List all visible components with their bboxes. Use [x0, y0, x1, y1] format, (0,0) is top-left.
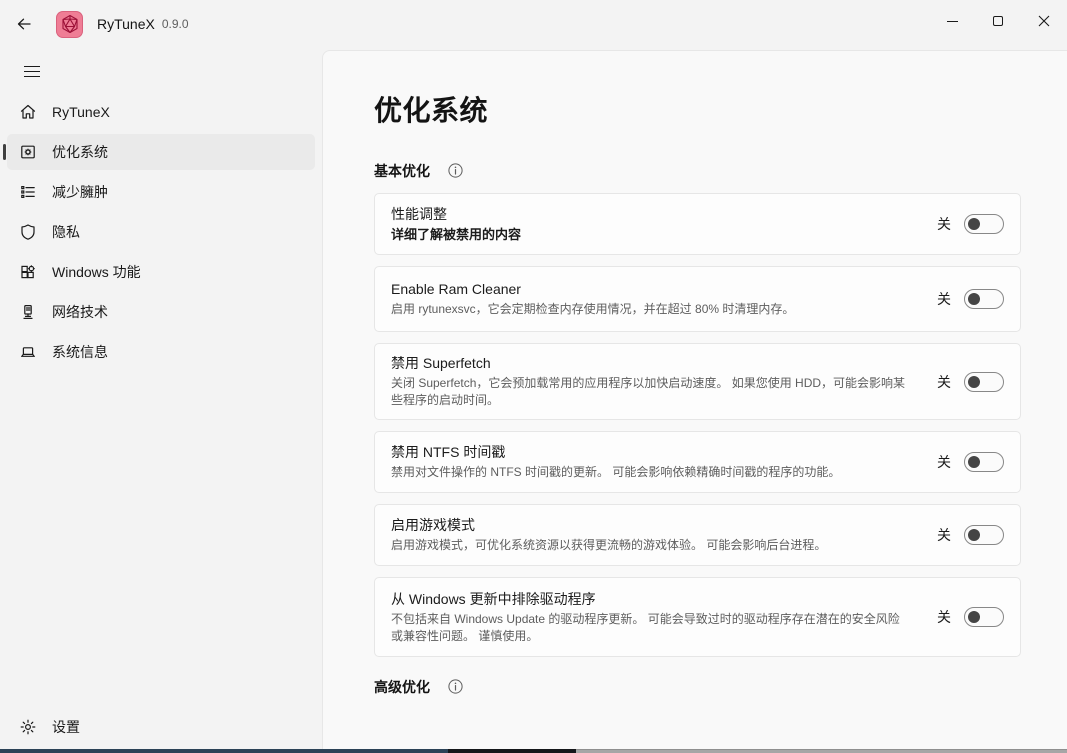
- titlebar: RyTuneX 0.9.0: [0, 0, 1067, 48]
- sidebar-item-settings[interactable]: 设置: [7, 709, 80, 745]
- back-button[interactable]: [8, 9, 40, 39]
- bottom-strip-gray: [576, 749, 1067, 753]
- window-controls: [929, 0, 1067, 48]
- sidebar-item-home[interactable]: RyTuneX: [7, 94, 315, 130]
- card-description: 关闭 Superfetch，它会预加载常用的应用程序以加快启动速度。 如果您使用…: [391, 375, 911, 409]
- sidebar-item-label: 优化系统: [52, 142, 108, 162]
- network-icon: [18, 303, 37, 322]
- toggle-state-label: 关: [937, 214, 951, 234]
- close-button[interactable]: [1021, 0, 1067, 42]
- info-button[interactable]: [448, 679, 464, 695]
- sidebar-item-label: 隐私: [52, 222, 80, 242]
- card-title: 禁用 Superfetch: [391, 354, 911, 373]
- bottom-strip-blue: [0, 749, 448, 753]
- toggle-state-label: 关: [937, 525, 951, 545]
- sidebar-item-label: 网络技术: [52, 302, 108, 322]
- card-ram-cleaner: Enable Ram Cleaner 启用 rytunexsvc，它会定期检查内…: [374, 266, 1021, 332]
- sidebar-item-label: Windows 功能: [52, 262, 141, 282]
- card-learn-more-link[interactable]: 详细了解被禁用的内容: [391, 226, 911, 243]
- minimize-icon: [947, 21, 958, 22]
- card-game-mode: 启用游戏模式 启用游戏模式，可优化系统资源以获得更流畅的游戏体验。 可能会影响后…: [374, 504, 1021, 566]
- sidebar-item-label: 系统信息: [52, 342, 108, 362]
- minimize-button[interactable]: [929, 0, 975, 42]
- section-title: 高级优化: [374, 677, 430, 697]
- sidebar-item-optimize-system[interactable]: 优化系统: [7, 134, 315, 170]
- card-exclude-drivers-windows-update: 从 Windows 更新中排除驱动程序 不包括来自 Windows Update…: [374, 577, 1021, 657]
- info-icon: [448, 163, 463, 179]
- app-version: 0.9.0: [162, 17, 189, 31]
- card-title: 启用游戏模式: [391, 516, 911, 535]
- card-title: 从 Windows 更新中排除驱动程序: [391, 590, 911, 609]
- sidebar-item-system-info[interactable]: 系统信息: [7, 334, 315, 370]
- card-description: 不包括来自 Windows Update 的驱动程序更新。 可能会导致过时的驱动…: [391, 611, 911, 645]
- toggle-disable-ntfs-timestamp[interactable]: [964, 452, 1004, 472]
- shield-icon: [18, 223, 37, 242]
- optimize-system-icon: [18, 143, 37, 162]
- sidebar-item-network[interactable]: 网络技术: [7, 294, 315, 330]
- toggle-state-label: 关: [937, 452, 951, 472]
- toggle-disable-superfetch[interactable]: [964, 372, 1004, 392]
- section-basic-optimization: 基本优化: [374, 161, 1021, 181]
- settings-card-list: 性能调整 详细了解被禁用的内容 关 Enable Ram Cleaner 启用 …: [374, 193, 1021, 657]
- section-title: 基本优化: [374, 161, 430, 181]
- windows-features-icon: [18, 263, 37, 282]
- info-icon: [448, 679, 463, 695]
- gear-icon: [18, 718, 37, 737]
- toggle-game-mode[interactable]: [964, 525, 1004, 545]
- card-title: Enable Ram Cleaner: [391, 280, 911, 299]
- sidebar-item-label: 减少臃肿: [52, 182, 108, 202]
- card-title: 性能调整: [391, 205, 911, 224]
- bottom-strip-dark: [448, 749, 576, 753]
- toggle-state-label: 关: [937, 607, 951, 627]
- close-icon: [1038, 15, 1050, 27]
- bottom-edge-strip: [0, 749, 1067, 753]
- card-description: 启用游戏模式，可优化系统资源以获得更流畅的游戏体验。 可能会影响后台进程。: [391, 537, 911, 554]
- toggle-performance-tweaks[interactable]: [964, 214, 1004, 234]
- app-logo-icon: [56, 11, 83, 38]
- sidebar-nav: RyTuneX 优化系统 减少臃肿: [0, 94, 322, 370]
- toggle-exclude-drivers[interactable]: [964, 607, 1004, 627]
- sidebar-item-debloat[interactable]: 减少臃肿: [7, 174, 315, 210]
- home-icon: [18, 103, 37, 122]
- app-title: RyTuneX: [97, 16, 155, 32]
- card-description: 禁用对文件操作的 NTFS 时间戳的更新。 可能会影响依赖精确时间戳的程序的功能…: [391, 464, 911, 481]
- sidebar-item-windows-features[interactable]: Windows 功能: [7, 254, 315, 290]
- toggle-ram-cleaner[interactable]: [964, 289, 1004, 309]
- maximize-icon: [993, 16, 1003, 26]
- sidebar: RyTuneX 优化系统 减少臃肿: [0, 48, 322, 749]
- sidebar-item-label: RyTuneX: [52, 104, 110, 120]
- toggle-state-label: 关: [937, 289, 951, 309]
- sidebar-footer: 设置: [0, 709, 322, 745]
- toggle-state-label: 关: [937, 372, 951, 392]
- card-disable-superfetch: 禁用 Superfetch 关闭 Superfetch，它会预加载常用的应用程序…: [374, 343, 1021, 420]
- card-title: 禁用 NTFS 时间戳: [391, 443, 911, 462]
- info-button[interactable]: [448, 163, 464, 179]
- card-description: 启用 rytunexsvc，它会定期检查内存使用情况，并在超过 80% 时清理内…: [391, 301, 911, 318]
- debloat-list-icon: [18, 183, 37, 202]
- section-advanced-optimization: 高级优化: [374, 677, 1021, 697]
- content-panel: 优化系统 基本优化 性能调整 详细了解被禁用的内容 关 Enable Ram C…: [322, 50, 1067, 749]
- sidebar-item-label: 设置: [52, 717, 80, 737]
- system-info-icon: [18, 343, 37, 362]
- maximize-button[interactable]: [975, 0, 1021, 42]
- nav-toggle-button[interactable]: [14, 54, 52, 88]
- sidebar-item-privacy[interactable]: 隐私: [7, 214, 315, 250]
- card-disable-ntfs-timestamp: 禁用 NTFS 时间戳 禁用对文件操作的 NTFS 时间戳的更新。 可能会影响依…: [374, 431, 1021, 493]
- page-title: 优化系统: [374, 89, 1021, 129]
- card-performance-tweaks: 性能调整 详细了解被禁用的内容 关: [374, 193, 1021, 255]
- back-arrow-icon: [16, 16, 32, 32]
